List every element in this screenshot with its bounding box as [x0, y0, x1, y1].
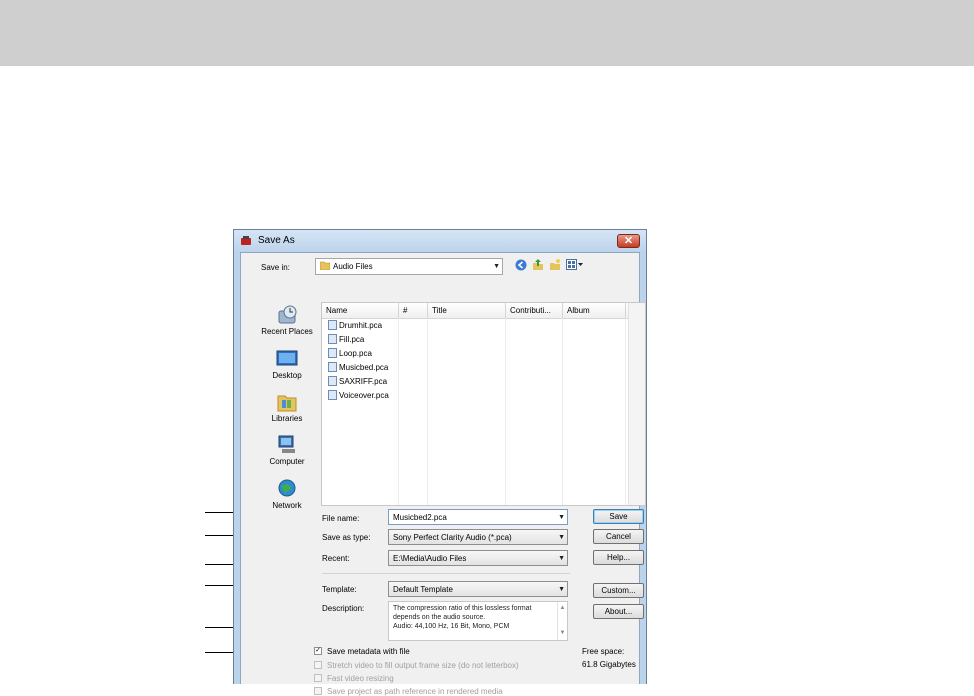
dialog-title: Save As [258, 235, 295, 246]
file-item[interactable]: Drumhit.pca [328, 320, 382, 332]
file-name-label: File name: [322, 514, 360, 523]
fast-resizing-checkbox[interactable] [314, 674, 322, 682]
description-label: Description: [322, 604, 365, 613]
file-item[interactable]: Loop.pca [328, 348, 372, 360]
chevron-down-icon: ▼ [558, 514, 565, 521]
chevron-down-icon: ▼ [558, 534, 565, 541]
description-line: depends on the audio source. [393, 614, 486, 621]
computer-icon [278, 435, 295, 453]
save-metadata-checkbox[interactable]: ✓ [314, 647, 322, 655]
place-label-libraries: Libraries [271, 414, 303, 423]
description-box: The compression ratio of this lossless f… [388, 601, 568, 641]
audio-file-icon [328, 362, 337, 372]
description-scrollbar[interactable]: ▲ ▼ [557, 602, 567, 640]
template-dropdown[interactable]: Default Template ▼ [388, 581, 568, 597]
place-desktop[interactable]: Desktop [251, 349, 323, 380]
place-libraries[interactable]: Libraries [251, 392, 323, 423]
place-label-recent: Recent Places [261, 327, 313, 336]
audio-file-icon [328, 320, 337, 330]
dialog-body: Save in: Audio Files ▼ Recent Places Des… [240, 252, 646, 696]
save-path-reference-checkbox[interactable] [314, 687, 322, 695]
save-metadata-label: Save metadata with file [327, 647, 410, 656]
desktop-icon [276, 350, 298, 366]
column-number[interactable]: # [399, 303, 427, 318]
recent-value: E:\Media\Audio Files [393, 554, 467, 563]
about-button[interactable]: About... [593, 604, 644, 619]
file-list-header: Name ^ # Title Contributi... Album [322, 303, 645, 319]
fast-resizing-label: Fast video resizing [327, 674, 394, 683]
close-button[interactable]: ✕ [617, 234, 640, 248]
save-as-dialog: Save As ✕ Save in: Audio Files ▼ Recent … [233, 229, 647, 696]
place-computer[interactable]: Computer [251, 435, 323, 466]
file-item[interactable]: Voiceover.pca [328, 390, 389, 402]
recent-places-icon [278, 305, 297, 324]
stretch-video-label: Stretch video to fill output frame size … [327, 661, 519, 670]
file-item[interactable]: SAXRIFF.pca [328, 376, 387, 388]
template-value: Default Template [393, 585, 453, 594]
up-folder-icon[interactable] [532, 258, 544, 271]
audio-file-icon [328, 334, 337, 344]
file-name-input[interactable]: Musicbed2.pca ▼ [388, 509, 568, 525]
save-as-type-value: Sony Perfect Clarity Audio (*.pca) [393, 533, 512, 542]
free-space-value: 61.8 Gigabytes [582, 660, 636, 669]
cancel-button[interactable]: Cancel [593, 529, 644, 544]
description-line: Audio: 44,100 Hz, 16 Bit, Mono, PCM [393, 623, 510, 630]
title-bar: Save As ✕ [234, 230, 646, 252]
recent-dropdown[interactable]: E:\Media\Audio Files ▼ [388, 550, 568, 566]
libraries-icon [277, 395, 297, 412]
scroll-up-icon[interactable]: ▲ [558, 604, 567, 613]
description-line: The compression ratio of this lossless f… [393, 605, 532, 612]
views-menu-icon[interactable] [566, 259, 584, 270]
audio-file-icon [328, 390, 337, 400]
free-space-label: Free space: [582, 647, 625, 656]
column-album[interactable]: Album [563, 303, 623, 318]
app-icon [241, 236, 251, 245]
save-path-reference-label: Save project as path reference in render… [327, 687, 503, 696]
chevron-down-icon: ▼ [558, 555, 565, 562]
folder-icon [319, 261, 331, 271]
file-item[interactable]: Fill.pca [328, 334, 364, 346]
chevron-down-icon: ▼ [493, 263, 500, 270]
help-button[interactable]: Help... [593, 550, 644, 565]
save-as-type-label: Save as type: [322, 533, 371, 542]
save-in-dropdown[interactable]: Audio Files ▼ [315, 258, 503, 275]
place-recent-places[interactable]: Recent Places [251, 305, 323, 336]
save-in-value: Audio Files [333, 262, 373, 271]
file-list-scrollbar[interactable] [628, 303, 645, 505]
column-contributing-artists[interactable]: Contributi... [506, 303, 562, 318]
audio-file-icon [328, 376, 337, 386]
file-item[interactable]: Musicbed.pca [328, 362, 388, 374]
custom-button[interactable]: Custom... [593, 583, 644, 598]
recent-label: Recent: [322, 554, 350, 563]
scroll-down-icon[interactable]: ▼ [558, 629, 567, 638]
stretch-video-checkbox[interactable] [314, 661, 322, 669]
template-label: Template: [322, 585, 357, 594]
back-icon[interactable] [515, 259, 527, 271]
file-name-value: Musicbed2.pca [393, 513, 447, 522]
file-list[interactable]: Name ^ # Title Contributi... Album Drumh… [321, 302, 646, 506]
save-as-type-dropdown[interactable]: Sony Perfect Clarity Audio (*.pca) ▼ [388, 529, 568, 545]
place-label-desktop: Desktop [272, 371, 302, 380]
save-button[interactable]: Save [593, 509, 644, 524]
column-title[interactable]: Title [428, 303, 505, 318]
place-label-computer: Computer [269, 457, 305, 466]
network-icon [278, 479, 296, 497]
place-network[interactable]: Network [251, 479, 323, 510]
chevron-down-icon: ▼ [558, 586, 565, 593]
place-label-network: Network [272, 501, 302, 510]
divider [322, 573, 570, 574]
new-folder-icon[interactable] [549, 258, 561, 271]
audio-file-icon [328, 348, 337, 358]
top-gray-band [0, 0, 974, 66]
sort-ascending-icon: ^ [357, 302, 361, 306]
save-in-label: Save in: [261, 263, 290, 272]
